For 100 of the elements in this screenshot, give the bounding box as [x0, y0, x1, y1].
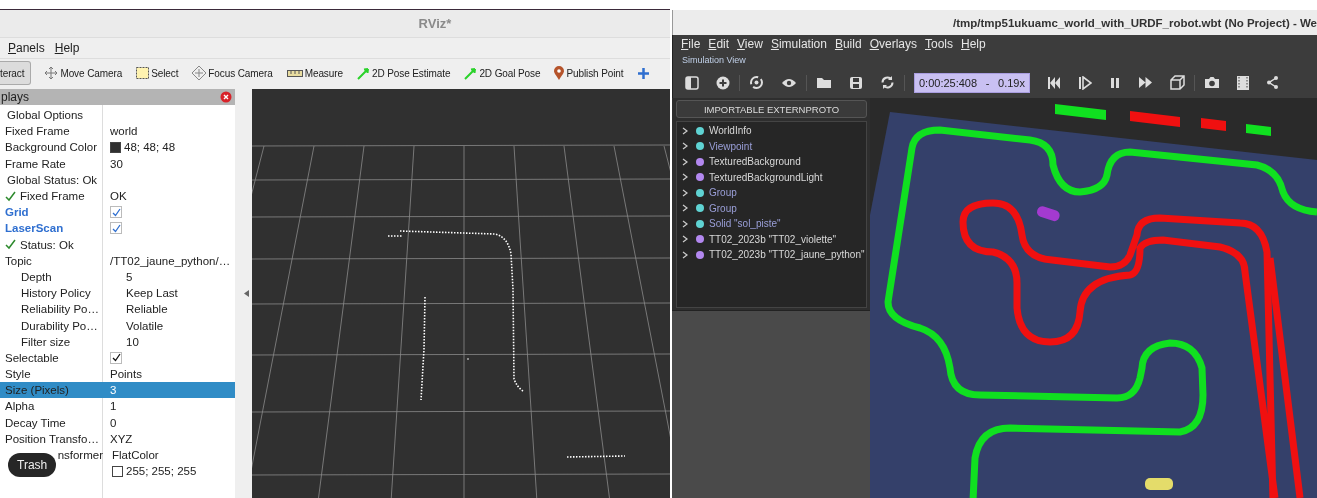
collapse-arrow-icon[interactable]: [244, 290, 249, 297]
property-value: 48; 48; 48: [124, 141, 176, 154]
tool-button[interactable]: Select: [135, 61, 180, 85]
property-name[interactable]: Decay Time: [5, 416, 66, 429]
step-icon[interactable]: [1078, 75, 1092, 90]
film-icon[interactable]: [1237, 75, 1249, 90]
property-name[interactable]: nsformer: [57, 449, 103, 462]
pin-icon: [554, 66, 565, 80]
property-value: Reliable: [126, 303, 168, 316]
window-title: RViz*: [418, 16, 452, 31]
property-name[interactable]: History Policy: [21, 287, 91, 300]
property-value: 1: [110, 400, 117, 413]
add-icon[interactable]: [716, 75, 730, 90]
tree-node-label[interactable]: TT02_2023b "TT02_jaune_python": [709, 249, 865, 261]
fast-forward-icon[interactable]: [1138, 76, 1153, 89]
tool-button[interactable]: Publish Point: [553, 61, 625, 85]
pause-icon[interactable]: [1109, 76, 1121, 89]
tool-button[interactable]: 2D Pose Estimate: [355, 61, 452, 85]
checkbox[interactable]: [110, 206, 122, 219]
reload-icon[interactable]: [749, 75, 764, 90]
property-name[interactable]: Grid: [5, 206, 29, 219]
tool-button[interactable]: Measure: [285, 61, 344, 85]
menu-item[interactable]: Help: [54, 41, 80, 55]
view-label: Simulation View: [681, 54, 747, 67]
tree-node-label[interactable]: Viewpoint: [709, 140, 753, 152]
property-name[interactable]: LaserScan: [5, 222, 64, 235]
menu-item[interactable]: Panels: [8, 41, 45, 55]
save-icon[interactable]: [849, 75, 863, 90]
property-name[interactable]: Filter size: [21, 335, 71, 348]
menu-item[interactable]: View: [737, 37, 763, 51]
property-name[interactable]: Position Transfo…: [5, 432, 99, 445]
menu-item[interactable]: Tools: [925, 37, 953, 51]
tree-node-label[interactable]: Solid "sol_piste": [709, 218, 781, 230]
property-name[interactable]: Global Options: [5, 109, 84, 122]
property-name[interactable]: Durability Po…: [21, 319, 98, 332]
folder-icon[interactable]: [816, 76, 832, 89]
property-value: world: [110, 125, 138, 138]
property-name[interactable]: Background Color: [5, 141, 98, 154]
tree-node-label[interactable]: Group: [709, 187, 737, 199]
skip-back-icon[interactable]: [1047, 75, 1061, 90]
cube-icon[interactable]: [1170, 75, 1185, 90]
property-value: Volatile: [126, 319, 164, 332]
property-value: Points: [110, 368, 142, 381]
tool-button[interactable]: 2D Goal Pose: [463, 61, 542, 85]
property-name[interactable]: Status: Ok: [20, 238, 74, 251]
refresh-icon[interactable]: [880, 75, 895, 90]
close-icon[interactable]: [220, 91, 232, 103]
simulation-time: 0:00:25:408: [919, 76, 978, 89]
property-name[interactable]: Depth: [21, 270, 52, 283]
tool-button[interactable]: teract: [0, 61, 32, 85]
checkbox[interactable]: [110, 351, 122, 364]
tool-button[interactable]: Move Camera: [43, 61, 124, 85]
property-name[interactable]: Fixed Frame: [5, 125, 70, 138]
property-value: /TT02_jaune_python/…: [110, 254, 231, 267]
importable-externproto-button[interactable]: IMPORTABLE EXTERNPROTO: [676, 100, 867, 118]
property-name[interactable]: Topic: [5, 254, 32, 267]
menu-item[interactable]: Overlays: [869, 37, 917, 51]
menu-item[interactable]: Simulation: [770, 37, 827, 51]
ruler-icon: [286, 69, 303, 77]
plus-icon: [636, 66, 650, 80]
tree-node-label[interactable]: TexturedBackground: [709, 156, 801, 168]
property-name[interactable]: Reliability Po…: [21, 303, 99, 316]
tree-node-label[interactable]: WorldInfo: [709, 125, 752, 137]
add-tool-button[interactable]: [636, 66, 650, 80]
property-value: 5: [126, 270, 133, 283]
property-name[interactable]: Size (Pixels): [5, 384, 69, 397]
property-name[interactable]: Frame Rate: [5, 157, 66, 170]
property-name[interactable]: Global Status: Ok: [5, 173, 98, 186]
tree-node-label[interactable]: TT02_2023b "TT02_violette": [709, 233, 837, 245]
menu-item[interactable]: Edit: [708, 37, 730, 51]
panel-title: plays: [1, 90, 29, 104]
share-icon[interactable]: [1266, 76, 1279, 89]
window-title: /tmp/tmp51ukuamc_world_with_URDF_robot.wbt (No Project) - We: [953, 16, 1317, 29]
property-value: OK: [110, 190, 127, 203]
arrow-icon: [356, 66, 370, 80]
menu-item[interactable]: Help: [961, 37, 986, 51]
property-name[interactable]: Style: [5, 368, 31, 381]
tree-node-label[interactable]: TexturedBackgroundLight: [709, 171, 823, 183]
select-icon: [136, 67, 150, 79]
speed-factor: 0.19x: [998, 76, 1025, 89]
eye-icon[interactable]: [781, 76, 797, 89]
property-value: 255; 255; 255: [126, 465, 197, 478]
arrow-icon: [464, 66, 478, 80]
panel-toggle-icon[interactable]: [685, 75, 699, 90]
property-value: FlatColor: [112, 449, 159, 462]
property-value: 30: [110, 157, 123, 170]
focus-icon: [192, 66, 207, 80]
property-value: Keep Last: [126, 287, 178, 300]
property-name[interactable]: Fixed Frame: [20, 190, 85, 203]
check-icon: [5, 190, 16, 202]
menu-item[interactable]: Build: [834, 37, 862, 51]
menu-item[interactable]: File: [681, 37, 701, 51]
camera-icon[interactable]: [1204, 76, 1220, 89]
checkbox[interactable]: [110, 222, 122, 235]
check-icon: [5, 239, 16, 251]
tree-node-label[interactable]: Group: [709, 202, 737, 214]
tool-button[interactable]: Focus Camera: [191, 61, 274, 85]
property-name[interactable]: Alpha: [5, 400, 35, 413]
separator-text: -: [985, 76, 990, 89]
property-name[interactable]: Selectable: [5, 351, 59, 364]
